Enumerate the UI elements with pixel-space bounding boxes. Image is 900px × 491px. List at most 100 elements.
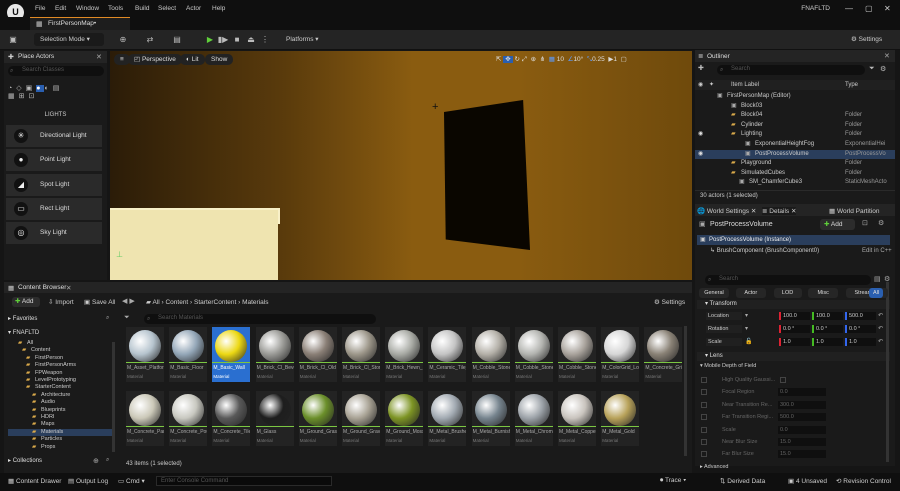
lens-property-value[interactable]: 15.0 bbox=[778, 450, 826, 459]
folder-tree-item[interactable]: ▰ LevelPrototyping bbox=[8, 377, 112, 384]
property-checkbox[interactable] bbox=[701, 426, 707, 433]
search-materials-input[interactable]: Search Materials bbox=[144, 314, 376, 324]
property-matrix-icon[interactable]: ▤ bbox=[874, 275, 881, 283]
lens-property-value[interactable]: 15.0 bbox=[778, 438, 826, 446]
outliner-row[interactable]: ▰ Block04 Folder bbox=[695, 111, 895, 120]
lens-section[interactable]: ▾ Lens bbox=[697, 352, 890, 361]
minimize-icon[interactable]: — bbox=[845, 4, 853, 13]
breadcrumb-startercontent[interactable]: StarterContent bbox=[194, 299, 236, 306]
menu-item-help[interactable]: Help bbox=[212, 5, 225, 12]
spot-light-item[interactable]: ◢ Spot Light bbox=[6, 174, 102, 196]
filter-general[interactable]: General bbox=[699, 288, 729, 298]
save-all-button[interactable]: ▣ Save All bbox=[84, 298, 115, 306]
world-settings-close-icon[interactable]: ✕ bbox=[751, 208, 756, 215]
viewport-transform-tools[interactable]: ⇱ ✥ ↻ ⤢ ⊕ ⋔ ▦ 10 ∠10° ⤡0.25 ▶1 ▢ bbox=[496, 54, 686, 65]
menu-item-build[interactable]: Build bbox=[135, 5, 149, 12]
asset-tile[interactable]: M_ColorGrid_LowSpec Material bbox=[601, 327, 640, 382]
asset-tile[interactable]: M_Concrete_Tiles Material bbox=[212, 391, 251, 446]
add-button[interactable]: ✚ Add bbox=[12, 297, 40, 307]
lit-button[interactable]: ◐ Lit bbox=[180, 54, 205, 65]
folder-tree-item[interactable]: ▰ FirstPerson bbox=[8, 355, 112, 362]
asset-tile[interactable]: M_Metal_Copper Material bbox=[558, 391, 596, 446]
transform-scale-z-field[interactable]: 1.0 bbox=[845, 338, 876, 346]
scale-snap-value[interactable]: 0.25 bbox=[592, 56, 605, 63]
outliner-filter-icon[interactable]: ⏷ bbox=[869, 65, 875, 73]
folder-tree-item[interactable]: ▰ Maps bbox=[8, 421, 112, 428]
select-tool-icon[interactable]: ⇱ bbox=[496, 56, 501, 63]
unsaved-button[interactable]: ▣ 4 Unsaved bbox=[788, 477, 827, 485]
transform-scale-x-field[interactable]: 1.0 bbox=[779, 338, 810, 346]
asset-tile[interactable]: M_Ground_Moss Material bbox=[385, 391, 424, 446]
asset-tile[interactable]: M_Basic_Wall Material bbox=[212, 327, 251, 382]
property-checkbox[interactable] bbox=[701, 439, 707, 445]
outliner-row[interactable]: ◉ ▣ PostProcessVolume PostProcessVo bbox=[695, 149, 895, 159]
grid-snap-icon[interactable]: ▦ bbox=[549, 56, 555, 63]
scale-tool-icon[interactable]: ⤢ bbox=[522, 56, 527, 63]
item-label-column[interactable]: Item Label bbox=[731, 80, 759, 90]
asset-tile[interactable]: M_Basic_Floor Material bbox=[169, 327, 208, 382]
lens-property-checkbox[interactable] bbox=[780, 377, 786, 383]
camera-speed-value[interactable]: 1 bbox=[613, 56, 617, 63]
details-search-input[interactable]: Search bbox=[705, 275, 871, 285]
transform-rotation-label[interactable]: Rotation bbox=[706, 325, 742, 333]
transform-location-z-field[interactable]: 500.0 bbox=[845, 312, 876, 320]
play-icon[interactable]: ▶ bbox=[203, 33, 217, 46]
menu-item-tools[interactable]: Tools bbox=[108, 5, 123, 12]
asset-tile[interactable]: M_Metal_Burnished Material bbox=[471, 391, 510, 446]
selection-mode-button[interactable]: Selection Mode ▾ bbox=[34, 33, 104, 46]
collections-search-icon[interactable]: ⌕ bbox=[106, 457, 109, 464]
menu-item-select[interactable]: Select bbox=[158, 5, 176, 12]
outliner-row[interactable]: ◉ ▰ Lighting Folder bbox=[695, 130, 895, 139]
reset-icon[interactable]: ↶ bbox=[878, 312, 883, 319]
filter-misc[interactable]: Misc bbox=[808, 288, 839, 298]
details-close-icon[interactable]: ✕ bbox=[791, 208, 796, 215]
asset-tile[interactable]: M_Metal_Chrome Material bbox=[514, 391, 553, 446]
cinematics-icon[interactable]: ▤ bbox=[170, 33, 184, 46]
search-classes-input[interactable]: Search Classes bbox=[8, 66, 104, 76]
component-row[interactable]: ↳ BrushComponent (BrushComponent0) bbox=[710, 247, 819, 254]
property-checkbox[interactable] bbox=[701, 389, 707, 396]
filter-all[interactable]: All bbox=[869, 288, 884, 298]
perspective-button[interactable]: ◰ Perspective bbox=[128, 54, 182, 65]
asset-tile[interactable]: M_Brick_Cl_Stone Material bbox=[342, 327, 380, 382]
angle-snap-value[interactable]: 10° bbox=[573, 56, 583, 63]
transform-location-label[interactable]: Location bbox=[706, 312, 742, 320]
folder-tree-item[interactable]: ▰ Particles bbox=[8, 436, 112, 443]
lens-property-value[interactable]: 300.0 bbox=[778, 400, 826, 409]
collections-section[interactable]: ▸ Collections bbox=[8, 456, 116, 466]
asset-tile[interactable]: M_Concrete_Panels Material bbox=[126, 391, 164, 446]
outliner-row[interactable]: ▣ FirstPersonMap (Editor) bbox=[695, 92, 895, 101]
transform-location-y-field[interactable]: 100.0 bbox=[812, 312, 843, 320]
close-icon[interactable]: ✕ bbox=[884, 4, 891, 13]
cmd-button[interactable]: ▭ Cmd ▾ bbox=[118, 477, 145, 485]
world-partition-tab[interactable]: ▦ World Partition bbox=[829, 207, 879, 215]
reset-icon[interactable]: ↶ bbox=[878, 325, 883, 332]
asset-tile[interactable]: M_Ground_Gravel Material bbox=[342, 391, 380, 446]
folder-tree-item[interactable]: ▰ All bbox=[8, 340, 112, 347]
close-panel-icon[interactable]: ✕ bbox=[96, 53, 102, 61]
settings-button[interactable]: ⚙ Settings bbox=[845, 33, 895, 46]
folder-tree-item[interactable]: ▰ Blueprints bbox=[8, 407, 112, 414]
tab-level[interactable]: ▦ FirstPersonMap• bbox=[30, 17, 130, 30]
folder-tree-item[interactable]: ▰ Content bbox=[8, 347, 112, 354]
filter-icon[interactable]: ⏷ bbox=[124, 314, 130, 322]
lock-icon[interactable]: ▾ bbox=[745, 312, 748, 319]
outliner-settings-icon[interactable]: ⚙ bbox=[880, 65, 886, 73]
content-browser-close-icon[interactable]: ✕ bbox=[66, 284, 71, 292]
eject-icon[interactable]: ⏏ bbox=[244, 33, 258, 46]
maximize-viewport-icon[interactable]: ▢ bbox=[621, 56, 627, 63]
folder-tree-item[interactable]: ▰ FPWeapon bbox=[8, 370, 112, 377]
back-icon[interactable]: ◀ ▶ bbox=[122, 297, 135, 305]
transform-location-x-field[interactable]: 100.0 bbox=[779, 312, 810, 320]
save-icon[interactable]: ▣ bbox=[6, 33, 20, 46]
breadcrumb-all[interactable]: All bbox=[152, 299, 159, 306]
derived-data-button[interactable]: ⇅ Derived Data bbox=[720, 477, 765, 485]
type-column[interactable]: Type bbox=[845, 80, 858, 90]
lock-icon[interactable]: ▾ bbox=[745, 325, 748, 332]
asset-tile[interactable]: M_Brick_Cl_Beveled Material bbox=[255, 327, 294, 382]
object-name[interactable]: PostProcessVolume bbox=[710, 221, 773, 228]
asset-tile[interactable]: M_Ceramic_Tile_Checker Material bbox=[428, 327, 467, 382]
trace-button[interactable]: ⏺ Trace ▾ bbox=[660, 477, 686, 485]
content-drawer-button[interactable]: ▦ Content Drawer bbox=[8, 477, 61, 485]
tree-scrollbar[interactable] bbox=[112, 342, 115, 452]
